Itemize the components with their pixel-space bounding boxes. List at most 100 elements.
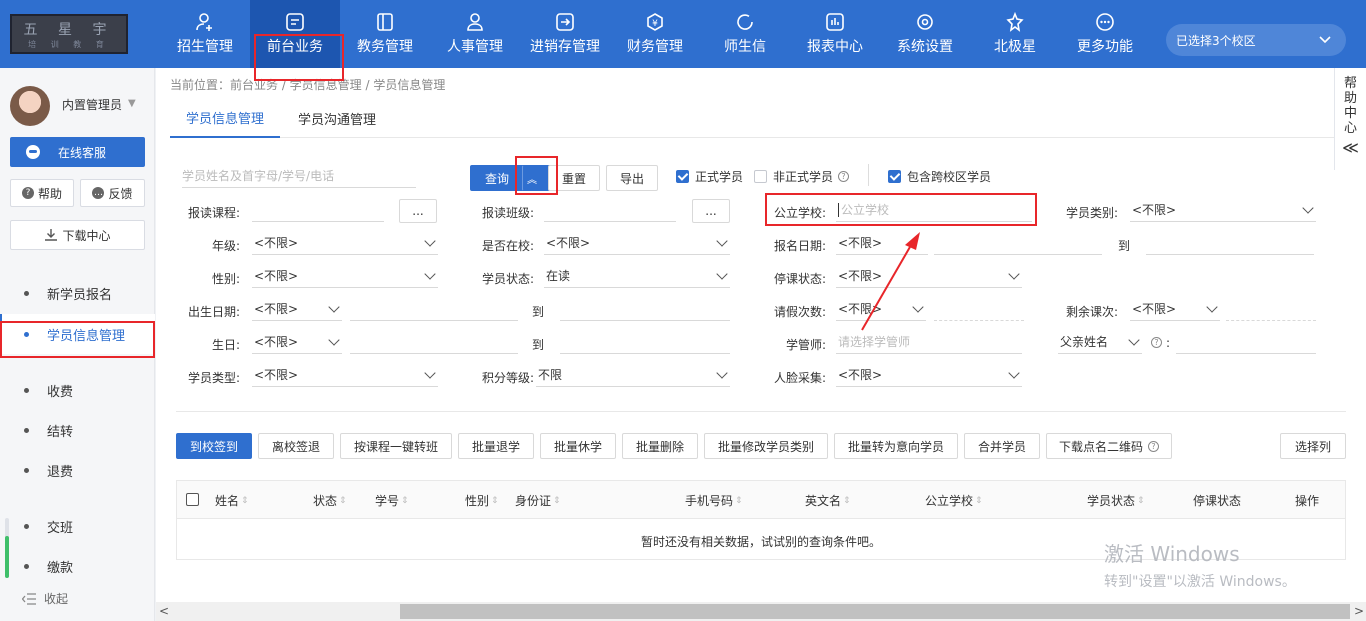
nav-item-messages[interactable]: 师生信 xyxy=(700,0,790,68)
batch-suspend-button[interactable]: 批量休学 xyxy=(540,433,616,459)
column-header-id-card[interactable]: 身份证 ⇕ xyxy=(515,492,561,509)
nav-item-enrollment[interactable]: 招生管理 xyxy=(160,0,250,68)
cross-campus-checkbox[interactable]: 包含跨校区学员 xyxy=(888,168,991,185)
tab-student-info[interactable]: 学员信息管理 xyxy=(170,98,281,138)
nav-item-hr[interactable]: 人事管理 xyxy=(430,0,520,68)
double-chevron-left-icon[interactable]: ≪ xyxy=(1342,140,1359,156)
informal-student-checkbox[interactable]: 非正式学员? xyxy=(754,168,850,185)
check-out-button[interactable]: 离校签退 xyxy=(258,433,334,459)
column-header-student-id[interactable]: 学号 ⇕ xyxy=(375,492,409,509)
class-picker-button[interactable]: ... xyxy=(692,199,730,223)
birthday-select[interactable]: <不限> xyxy=(252,330,342,354)
horizontal-scroll-thumb[interactable] xyxy=(400,604,1350,619)
transfer-class-button[interactable]: 按课程一键转班 xyxy=(340,433,452,459)
sidebar-item-refund[interactable]: 退费 xyxy=(0,450,155,490)
birth-date-select[interactable]: <不限> xyxy=(252,297,342,321)
nav-item-more[interactable]: 更多功能 xyxy=(1060,0,1150,68)
in-school-select[interactable]: <不限> xyxy=(544,231,730,255)
face-capture-select[interactable]: <不限> xyxy=(836,363,1022,387)
course-picker-button[interactable]: ... xyxy=(399,199,437,223)
select-all-checkbox[interactable] xyxy=(186,493,199,506)
nav-item-settings[interactable]: 系统设置 xyxy=(880,0,970,68)
batch-change-category-button[interactable]: 批量修改学员类别 xyxy=(704,433,828,459)
signup-date-to[interactable] xyxy=(1146,231,1314,255)
horizontal-scrollbar[interactable]: < > xyxy=(156,602,1366,621)
question-circle-icon[interactable]: ? xyxy=(1148,440,1159,452)
reset-button[interactable]: 重置 xyxy=(548,165,600,191)
student-type-select[interactable]: <不限> xyxy=(252,363,438,387)
check-in-button[interactable]: 到校签到 xyxy=(176,433,252,459)
export-button[interactable]: 导出 xyxy=(606,165,658,191)
question-circle-icon[interactable]: ? xyxy=(1151,337,1162,348)
select-columns-button[interactable]: 选择列 xyxy=(1280,433,1346,459)
nav-item-reports[interactable]: 报表中心 xyxy=(790,0,880,68)
nav-item-academic[interactable]: 教务管理 xyxy=(340,0,430,68)
help-center-panel[interactable]: 帮 助 中 心 ≪ xyxy=(1334,68,1366,170)
parent-name-input[interactable] xyxy=(1176,330,1316,354)
grade-select[interactable]: <不限> xyxy=(252,231,438,255)
birthday-to[interactable] xyxy=(560,330,730,354)
column-header-name[interactable]: 姓名 ⇕ xyxy=(215,492,249,509)
collapse-sidebar-button[interactable]: 收起 xyxy=(22,590,68,607)
tab-student-communication[interactable]: 学员沟通管理 xyxy=(282,98,392,138)
avatar[interactable] xyxy=(10,86,50,126)
sidebar-item-carryover[interactable]: 结转 xyxy=(0,410,155,450)
remaining-lessons-input[interactable] xyxy=(1226,297,1316,321)
username[interactable]: 内置管理员 xyxy=(62,96,122,113)
campus-select[interactable]: 已选择3个校区 xyxy=(1166,24,1346,56)
column-header-english-name[interactable]: 英文名 ⇕ xyxy=(805,492,851,509)
sidebar-item-shift-handover[interactable]: 交班 xyxy=(0,506,155,546)
column-header-gender[interactable]: 性别 ⇕ xyxy=(465,492,499,509)
leave-count-select[interactable]: <不限> xyxy=(836,297,926,321)
leave-count-input[interactable] xyxy=(934,297,1024,321)
tutor-select[interactable]: 请选择学管师 xyxy=(836,330,1022,354)
search-input[interactable]: 学员姓名及首字母/学号/电话 xyxy=(182,164,416,188)
class-input[interactable] xyxy=(544,198,676,222)
student-status-select[interactable]: 在读 xyxy=(544,264,730,288)
nav-item-polaris[interactable]: 北极星 xyxy=(970,0,1060,68)
column-header-status[interactable]: 状态 ⇕ xyxy=(313,492,347,509)
points-level-select[interactable]: 不限 xyxy=(536,363,730,387)
scroll-left-icon[interactable]: < xyxy=(159,604,169,618)
signup-date-select[interactable]: <不限> xyxy=(836,231,928,255)
sidebar-item-student-info[interactable]: 学员信息管理 xyxy=(0,314,155,354)
sidebar-item-charge[interactable]: 收费 xyxy=(0,370,155,410)
user-menu-caret-icon[interactable]: ▼ xyxy=(128,98,136,109)
batch-delete-button[interactable]: 批量删除 xyxy=(622,433,698,459)
online-service-button[interactable]: 在线客服 xyxy=(10,137,145,167)
merge-students-button[interactable]: 合并学员 xyxy=(964,433,1040,459)
birthday-from[interactable] xyxy=(350,330,518,354)
course-input[interactable] xyxy=(252,198,384,222)
birth-date-from[interactable] xyxy=(350,297,518,321)
public-school-input[interactable]: 公立学校 xyxy=(836,198,1032,222)
expand-filters-button[interactable]: ︽ xyxy=(522,165,542,191)
scroll-right-icon[interactable]: > xyxy=(1354,604,1364,618)
sidebar-scroll-thumb[interactable] xyxy=(5,536,9,578)
student-category-select[interactable]: <不限> xyxy=(1130,198,1316,222)
sidebar-item-new-enrollment[interactable]: 新学员报名 xyxy=(0,273,155,313)
formal-student-checkbox[interactable]: 正式学员 xyxy=(676,168,743,185)
brand-logo[interactable]: 五 星 宇 培 训 教 育 xyxy=(10,14,128,54)
remaining-lessons-select[interactable]: <不限> xyxy=(1130,297,1220,321)
help-button[interactable]: ? 帮助 xyxy=(10,179,74,207)
column-header-public-school[interactable]: 公立学校 ⇕ xyxy=(925,492,983,509)
column-header-phone[interactable]: 手机号码 ⇕ xyxy=(685,492,743,509)
gender-select[interactable]: <不限> xyxy=(252,264,438,288)
batch-drop-button[interactable]: 批量退学 xyxy=(458,433,534,459)
suspend-status-select[interactable]: <不限> xyxy=(836,264,1022,288)
query-button[interactable]: 查询 xyxy=(470,165,558,191)
sidebar-item-payment[interactable]: 缴款 xyxy=(0,546,155,586)
parent-field-select[interactable]: 父亲姓名 xyxy=(1058,330,1142,354)
nav-item-inventory[interactable]: 进销存管理 xyxy=(520,0,610,68)
question-circle-icon[interactable]: ? xyxy=(838,171,850,182)
download-qrcode-button[interactable]: 下载点名二维码? xyxy=(1046,433,1172,459)
sidebar-scrollbar[interactable] xyxy=(5,518,9,578)
column-header-student-status[interactable]: 学员状态 ⇕ xyxy=(1087,492,1145,509)
batch-to-prospect-button[interactable]: 批量转为意向学员 xyxy=(834,433,958,459)
birth-date-to[interactable] xyxy=(560,297,730,321)
feedback-button[interactable]: … 反馈 xyxy=(80,179,145,207)
signup-date-from[interactable] xyxy=(934,231,1102,255)
nav-item-finance[interactable]: ¥ 财务管理 xyxy=(610,0,700,68)
download-center-button[interactable]: 下载中心 xyxy=(10,220,145,250)
nav-item-front-desk[interactable]: 前台业务 xyxy=(250,0,340,68)
